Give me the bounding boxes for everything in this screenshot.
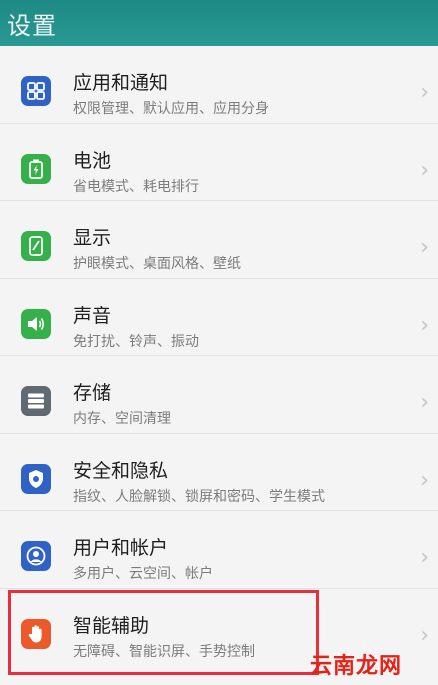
settings-list: 应用和通知 权限管理、默认应用、应用分身 › 电池 省电模式、耗电排行 › 显示… [0,46,438,666]
battery-icon [21,153,51,184]
storage-icon [21,386,51,416]
settings-item-display[interactable]: 显示 护眼模式、桌面风格、壁纸 › [0,201,438,279]
speaker-icon [21,308,51,339]
watermark: 云南龙网 [309,654,402,679]
item-subtitle: 多用户、云空间、帐户 [73,566,213,582]
chevron-right-icon: › [420,545,429,570]
display-icon [21,231,51,261]
page-title: 设置 [7,12,57,40]
item-title: 存储 [73,382,112,404]
settings-item-battery[interactable]: 电池 省电模式、耗电排行 › [0,124,438,201]
highlight-box [8,590,319,675]
settings-item-apps-notifications[interactable]: 应用和通知 权限管理、默认应用、应用分身 › [0,46,438,124]
chevron-right-icon: › [420,467,429,493]
shield-icon [21,463,51,494]
item-subtitle: 权限管理、默认应用、应用分身 [73,101,269,117]
item-title: 电池 [73,149,112,172]
chevron-right-icon: › [420,80,429,105]
item-title: 显示 [73,227,112,249]
chevron-right-icon: › [420,312,429,338]
chevron-right-icon: › [420,622,429,648]
item-title: 应用和通知 [73,72,169,94]
settings-item-sound[interactable]: 声音 免打扰、铃声、振动 › [0,279,438,356]
apps-grid-icon [21,76,51,106]
user-icon [21,541,51,571]
settings-item-users-accounts[interactable]: 用户和帐户 多用户、云空间、帐户 › [0,511,438,589]
item-title: 声音 [73,304,112,327]
item-subtitle: 免打扰、铃声、振动 [73,333,199,350]
chevron-right-icon: › [420,390,429,415]
item-title: 用户和帐户 [73,537,169,559]
item-subtitle: 内存、空间清理 [73,411,171,427]
item-subtitle: 护眼模式、桌面风格、壁纸 [73,256,241,272]
settings-item-security-privacy[interactable]: 安全和隐私 指纹、人脸解锁、锁屏和密码、学生模式 › [0,434,438,511]
chevron-right-icon: › [420,157,429,183]
item-subtitle: 指纹、人脸解锁、锁屏和密码、学生模式 [73,488,325,505]
app-header: 设置 [0,0,438,46]
settings-item-storage[interactable]: 存储 内存、空间清理 › [0,356,438,434]
item-title: 安全和隐私 [73,459,169,482]
chevron-right-icon: › [420,235,429,260]
item-subtitle: 省电模式、耗电排行 [73,178,199,195]
